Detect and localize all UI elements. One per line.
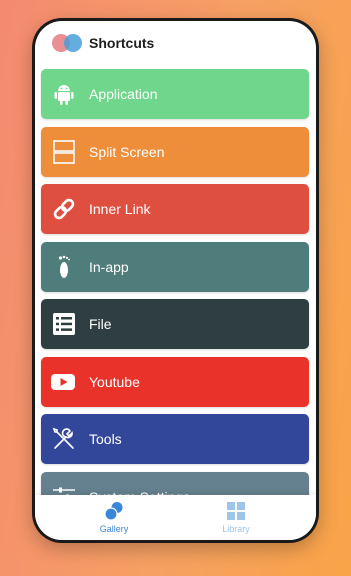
shortcut-label: Youtube bbox=[89, 373, 140, 390]
bottom-navigation: Gallery Library bbox=[35, 495, 316, 540]
shortcut-application[interactable]: Application bbox=[41, 69, 309, 119]
youtube-icon bbox=[51, 373, 75, 390]
shortcut-inner-link[interactable]: Inner Link bbox=[41, 184, 309, 234]
link-icon bbox=[53, 198, 75, 220]
shortcut-label: Split Screen bbox=[89, 143, 165, 160]
tab-library[interactable]: Library bbox=[196, 499, 276, 537]
shortcut-label: Tools bbox=[89, 431, 122, 447]
shortcut-label: File bbox=[89, 316, 112, 332]
shortcut-file[interactable]: File bbox=[41, 299, 309, 349]
tab-label: Gallery bbox=[99, 524, 129, 534]
tab-gallery[interactable]: Gallery bbox=[74, 499, 154, 537]
shortcut-label: Inner Link bbox=[89, 201, 151, 217]
split-screen-icon bbox=[53, 139, 75, 164]
android-icon bbox=[54, 85, 74, 105]
shortcut-list: Application Split Screen Inner Link In-a… bbox=[41, 69, 311, 529]
tab-label: Library bbox=[222, 524, 250, 534]
footprint-icon bbox=[58, 255, 70, 278]
app-logo-icon bbox=[52, 34, 84, 52]
shortcut-tools[interactable]: Tools bbox=[41, 414, 309, 464]
shortcut-label: Application bbox=[89, 86, 158, 102]
file-list-icon bbox=[53, 313, 75, 335]
gallery-icon bbox=[104, 502, 123, 521]
tools-icon bbox=[52, 427, 74, 449]
page-title: Shortcuts bbox=[89, 35, 155, 51]
shortcut-youtube[interactable]: Youtube bbox=[41, 356, 309, 407]
app-screen: Shortcuts Application Split Screen Inner… bbox=[35, 21, 316, 540]
shortcut-in-app[interactable]: In-app bbox=[41, 241, 309, 292]
shortcut-split-screen[interactable]: Split Screen bbox=[41, 126, 309, 177]
shortcut-label: In-app bbox=[89, 258, 129, 275]
app-header: Shortcuts bbox=[35, 21, 316, 67]
library-grid-icon bbox=[227, 502, 245, 520]
